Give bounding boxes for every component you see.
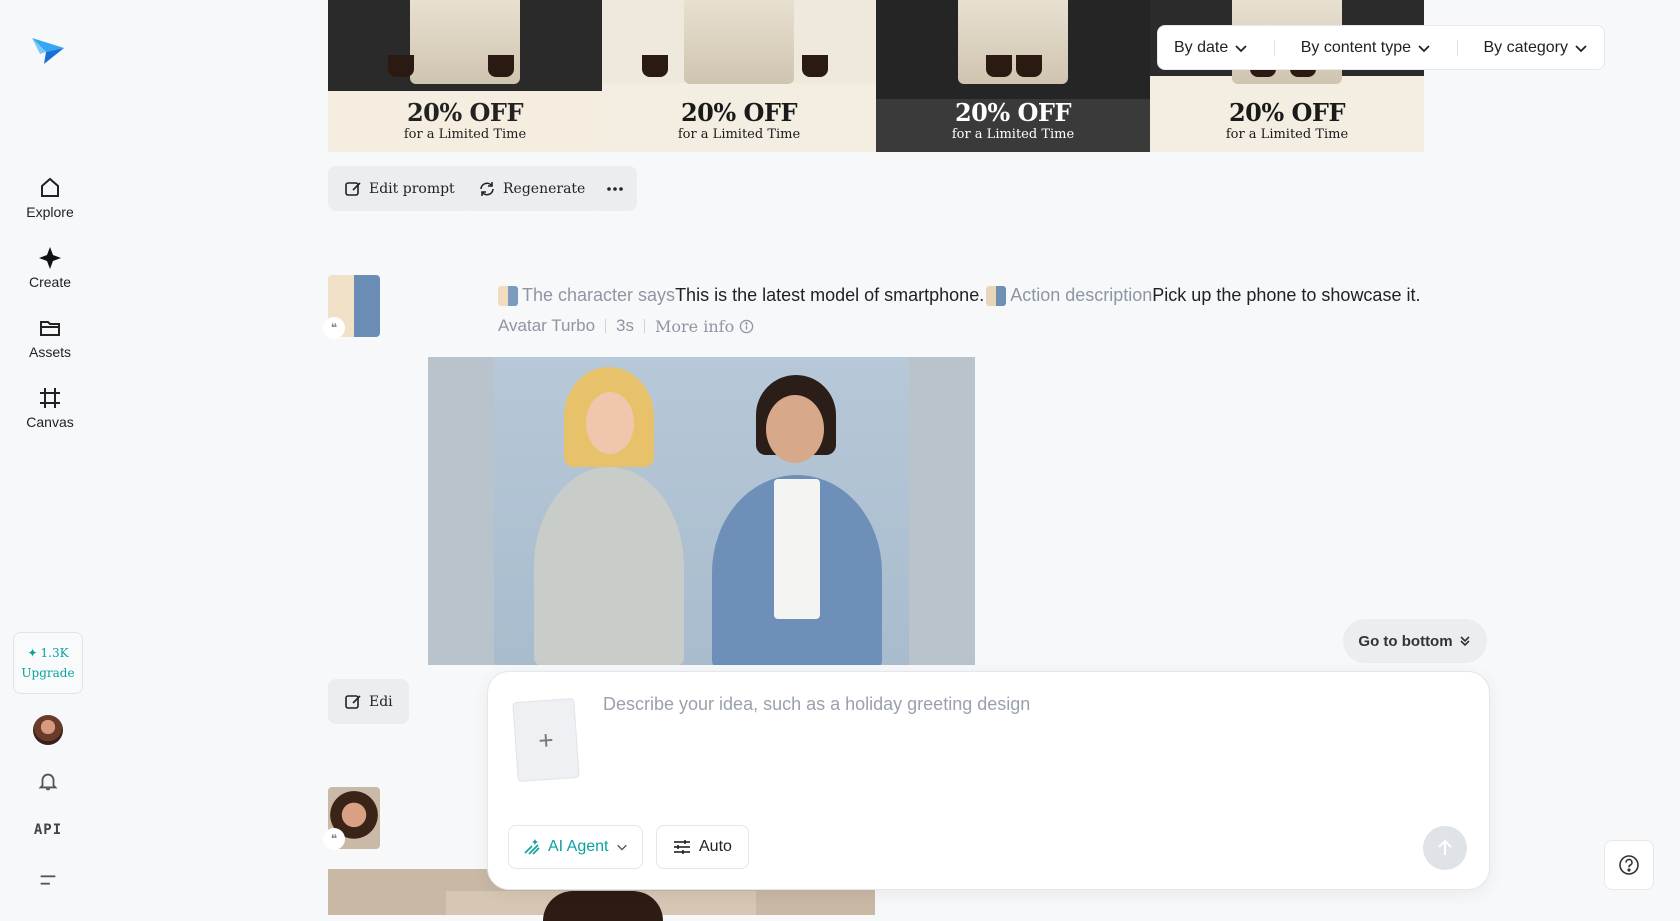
help-icon bbox=[1619, 855, 1639, 875]
plus-icon: + bbox=[537, 724, 555, 755]
edit-icon bbox=[345, 181, 361, 196]
refresh-icon bbox=[480, 181, 494, 196]
divider bbox=[1274, 39, 1275, 56]
chevron-down-icon bbox=[1235, 44, 1247, 52]
edit-prompt-button[interactable]: Edit prompt bbox=[328, 166, 471, 211]
button-label: Edit prompt bbox=[369, 180, 455, 197]
chevron-down-icon bbox=[1575, 44, 1587, 52]
regenerate-button[interactable]: Regenerate bbox=[462, 166, 602, 211]
sidebar-item-label: Assets bbox=[28, 344, 71, 360]
info-icon bbox=[739, 319, 754, 333]
credits-balance: ✦ 1.3K bbox=[27, 646, 69, 660]
filter-by-date[interactable]: By date bbox=[1174, 39, 1248, 57]
filter-by-content-type[interactable]: By content type bbox=[1301, 39, 1431, 57]
generated-image[interactable]: 20% OFF for a Limited Time bbox=[328, 0, 602, 152]
api-link[interactable]: API bbox=[33, 815, 63, 845]
crop-frame-icon bbox=[40, 388, 60, 408]
generated-video[interactable] bbox=[428, 357, 975, 665]
generation-meta: Avatar Turbo 3s More info bbox=[498, 316, 754, 336]
promo-headline: 20% OFF bbox=[954, 98, 1072, 127]
more-options-button[interactable] bbox=[592, 166, 637, 211]
filter-by-category[interactable]: By category bbox=[1484, 39, 1588, 57]
chevron-down-icon bbox=[1418, 44, 1430, 52]
double-chevron-down-icon bbox=[1459, 636, 1470, 647]
action-text: Pick up the phone to showcase it. bbox=[1152, 285, 1421, 305]
generated-image[interactable]: 20% OFF for a Limited Time bbox=[602, 0, 876, 152]
chevron-down-icon bbox=[616, 844, 627, 851]
promo-headline: 20% OFF bbox=[680, 98, 798, 127]
prompt-input[interactable] bbox=[603, 694, 1403, 715]
sidebar-item-assets[interactable]: Assets bbox=[0, 316, 100, 360]
filter-label: By category bbox=[1483, 38, 1568, 56]
bell-icon[interactable] bbox=[33, 766, 63, 796]
generated-image[interactable]: 20% OFF for a Limited Time bbox=[876, 0, 1150, 152]
settings-auto-button[interactable]: Auto bbox=[656, 825, 749, 869]
folder-icon bbox=[40, 321, 60, 336]
button-label: Regenerate bbox=[503, 180, 586, 197]
promo-subline: for a Limited Time bbox=[677, 127, 801, 142]
menu-collapse-icon[interactable] bbox=[33, 865, 63, 895]
character-text: This is the latest model of smartphone. bbox=[675, 285, 985, 305]
help-button[interactable] bbox=[1604, 840, 1654, 890]
agent-icon bbox=[524, 839, 540, 855]
more-info-link[interactable]: More info bbox=[655, 317, 754, 336]
sidebar-item-label: Create bbox=[28, 274, 72, 290]
quote-icon: ❝ bbox=[323, 317, 345, 339]
ai-agent-dropdown[interactable]: AI Agent bbox=[508, 825, 643, 869]
button-label: Auto bbox=[699, 838, 732, 855]
button-label: Edi bbox=[369, 693, 393, 710]
sidebar-item-label: Canvas bbox=[26, 414, 74, 430]
promo-subline: for a Limited Time bbox=[1225, 127, 1349, 142]
divider bbox=[644, 319, 645, 333]
ellipsis-icon bbox=[606, 186, 623, 191]
character-avatar-icon bbox=[498, 285, 518, 306]
button-label: Go to bottom bbox=[1358, 632, 1453, 650]
edit-prompt-button[interactable]: Edi bbox=[328, 679, 409, 724]
sidebar-item-label: Explore bbox=[26, 204, 74, 220]
go-to-bottom-button[interactable]: Go to bottom bbox=[1343, 619, 1487, 663]
generated-image-row: 20% OFF for a Limited Time 20% OFF for a L… bbox=[328, 0, 1428, 152]
action-avatar-icon bbox=[986, 285, 1007, 306]
promo-subline: for a Limited Time bbox=[403, 127, 527, 142]
arrow-up-icon bbox=[1438, 839, 1452, 855]
home-icon bbox=[41, 177, 59, 197]
sparkle-icon bbox=[39, 247, 61, 269]
promo-subline: for a Limited Time bbox=[951, 127, 1075, 142]
sparkle-icon: ✦ bbox=[27, 646, 38, 660]
model-name: Avatar Turbo bbox=[498, 316, 596, 335]
user-avatar[interactable] bbox=[33, 715, 63, 745]
divider bbox=[605, 319, 607, 333]
upload-reference-button[interactable]: + bbox=[512, 697, 580, 783]
filter-bar: By date By content type By category bbox=[1157, 25, 1605, 70]
prompt-composer: + AI Agent Auto bbox=[487, 671, 1490, 890]
upgrade-link[interactable]: Upgrade bbox=[21, 666, 74, 680]
sidebar-item-explore[interactable]: Explore bbox=[0, 176, 100, 220]
prompt-text: The character says This is the latest mo… bbox=[498, 285, 1420, 306]
divider bbox=[1456, 39, 1458, 56]
upgrade-card[interactable]: ✦ 1.3K Upgrade bbox=[13, 632, 83, 694]
more-info-label: More info bbox=[655, 316, 735, 336]
duration: 3s bbox=[616, 316, 634, 335]
sidebar-item-create[interactable]: Create bbox=[0, 246, 100, 290]
action-label: Action description bbox=[1010, 285, 1153, 305]
filter-label: By date bbox=[1174, 38, 1229, 56]
app-logo[interactable] bbox=[30, 32, 66, 68]
video-frame-image bbox=[494, 357, 909, 665]
sidebar: Explore Create Assets Canvas ✦ 1.3K Upgr… bbox=[0, 0, 100, 915]
button-label: AI Agent bbox=[548, 838, 609, 855]
filter-label: By content type bbox=[1300, 38, 1412, 56]
edit-icon bbox=[345, 694, 361, 709]
promo-headline: 20% OFF bbox=[1228, 98, 1346, 127]
character-label: The character says bbox=[522, 285, 676, 305]
sidebar-item-canvas[interactable]: Canvas bbox=[0, 386, 100, 430]
generated-image[interactable]: 20% OFF for a Limited Time bbox=[1150, 0, 1424, 152]
sliders-icon bbox=[674, 840, 690, 854]
main-content: 20% OFF for a Limited Time 20% OFF for a L… bbox=[100, 0, 1680, 921]
promo-headline: 20% OFF bbox=[406, 98, 524, 127]
quote-icon: ❝ bbox=[323, 828, 345, 850]
send-button[interactable] bbox=[1423, 826, 1467, 870]
